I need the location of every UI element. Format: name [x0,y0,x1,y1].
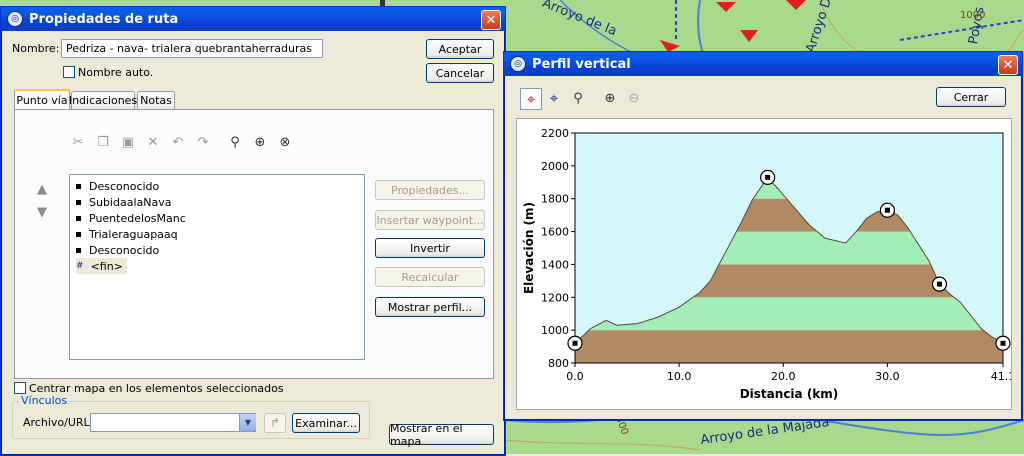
auto-name-label: Nombre auto. [78,66,154,79]
x-tick-label: 0.0 [566,370,584,383]
show-on-map-button[interactable]: Mostrar en el mapa [389,422,494,448]
find-next-icon[interactable]: ⊗ [277,134,293,150]
y-tick-label: 1800 [541,193,569,206]
x-tick-label: 41.1 [991,370,1011,383]
y-axis-label: Elevación (m) [522,202,536,294]
elevation-band [575,330,1003,363]
waypoint-marker-dot [765,174,771,180]
x-axis-label: Distancia (km) [740,387,839,401]
y-tick-label: 2000 [541,160,569,173]
zoom-in-icon[interactable]: ⊕ [602,90,618,106]
route-name-input[interactable]: Pedriza - nava- trialera quebrantaherrad… [61,39,323,58]
y-tick-label: 1600 [541,226,569,239]
y-tick-label: 1000 [541,324,569,337]
crosshair-tool-icon[interactable]: ⌖ [520,88,542,110]
cut-icon[interactable]: ✂ [70,134,86,150]
invert-button[interactable]: Invertir [375,238,485,258]
list-item[interactable]: SubidaalaNava [76,194,171,210]
profile-close-button[interactable]: Cerrar [936,87,1006,107]
move-up-icon[interactable]: ▲ [34,181,50,197]
waypoints-tab-panel: ✂ ❐ ▣ ✕ ↶ ↷ ⚲ ⊕ ⊗ ▲ ▼ Desconocido Subida… [14,109,494,379]
pan-crosshair-icon[interactable]: ⌖ [546,89,562,107]
list-item[interactable]: Desconocido [76,242,159,258]
map-label-contour-1000: 1000 [960,10,986,21]
list-item[interactable]: PuentedelosManc [76,210,186,226]
insert-waypoint-button[interactable]: Insertar waypoint... [375,210,485,230]
paste-icon[interactable]: ▣ [120,134,136,150]
waypoint-marker-dot [884,207,890,213]
zoom-out-icon[interactable]: ⊖ [626,90,642,106]
profile-titlebar[interactable]: ◎ Perfil vertical ✕ [504,52,1022,76]
list-item[interactable]: Desconocido [76,178,159,194]
auto-name-checkbox[interactable] [63,66,75,78]
elevation-profile-chart: 800 1000 1200 1400 1600 1800 2000 2200 0.0 10.0 20… [522,127,1015,401]
route-properties-dialog: ◎ Propiedades de ruta ✕ Nombre: Pedriza … [0,6,506,456]
accept-button[interactable]: Aceptar [426,39,494,59]
binoculars-icon[interactable]: ⚲ [227,134,243,150]
tab-directions[interactable]: Indicaciones [69,91,137,109]
undo-icon[interactable]: ↶ [170,134,186,150]
show-profile-button[interactable]: Mostrar perfil... [375,297,485,317]
vertical-profile-window: ◎ Perfil vertical ✕ ⌖ ⌖ ⚲ ⊕ ⊖ Cerrar 800… [503,51,1023,421]
list-item[interactable]: Trialeraguapaaq [76,226,178,242]
y-tick-label: 1200 [541,291,569,304]
route-dialog-close-button[interactable]: ✕ [481,10,501,30]
copy-icon[interactable]: ❐ [95,134,111,150]
find-waypoint-icon[interactable]: ⊕ [252,134,268,150]
profile-chart-area: 800 1000 1200 1400 1600 1800 2000 2200 0.0 10.0 20… [516,118,1015,410]
tab-waypoints[interactable]: Punto vía [14,89,70,109]
app-globe-icon: ◎ [7,11,23,27]
waypoint-marker-dot [1000,340,1006,346]
zoom-rect-icon[interactable]: ⚲ [570,90,586,106]
redo-icon[interactable]: ↷ [195,134,211,150]
list-item-end[interactable]: # <fin> [76,258,127,274]
waypoint-list[interactable]: Desconocido SubidaalaNava PuentedelosMan… [69,174,365,360]
y-tick-label: 1400 [541,258,569,271]
recalculate-button[interactable]: Recalcular [375,267,485,287]
waypoint-marker-dot [936,281,942,287]
browse-button[interactable]: Examinar... [292,413,360,433]
links-group-label: Vínculos [19,394,70,407]
move-down-icon[interactable]: ▼ [34,204,50,220]
x-tick-label: 30.0 [875,370,900,383]
file-url-dropdown-arrow-icon[interactable]: ▼ [239,414,256,431]
x-tick-label: 10.0 [667,370,692,383]
delete-icon[interactable]: ✕ [145,134,161,150]
tab-notes[interactable]: Notas [137,91,175,109]
route-dialog-titlebar[interactable]: ◎ Propiedades de ruta ✕ [1,7,505,31]
y-tick-label: 800 [548,357,569,370]
file-url-input[interactable] [90,413,256,432]
name-label: Nombre: [12,42,60,55]
center-map-checkbox[interactable] [14,382,26,394]
properties-button[interactable]: Propiedades... [375,180,485,200]
waypoint-marker-dot [572,340,578,346]
profile-title: Perfil vertical [532,56,631,72]
open-link-arrow-icon[interactable]: ↱ [264,413,286,433]
y-tick-label: 2200 [541,127,569,140]
profile-close-x-button[interactable]: ✕ [998,55,1018,75]
route-dialog-title: Propiedades de ruta [29,11,179,27]
file-url-label: Archivo/URL: [23,416,94,429]
x-tick-label: 20.0 [771,370,796,383]
cancel-button[interactable]: Cancelar [426,63,494,83]
profile-globe-icon: ◎ [510,56,526,72]
